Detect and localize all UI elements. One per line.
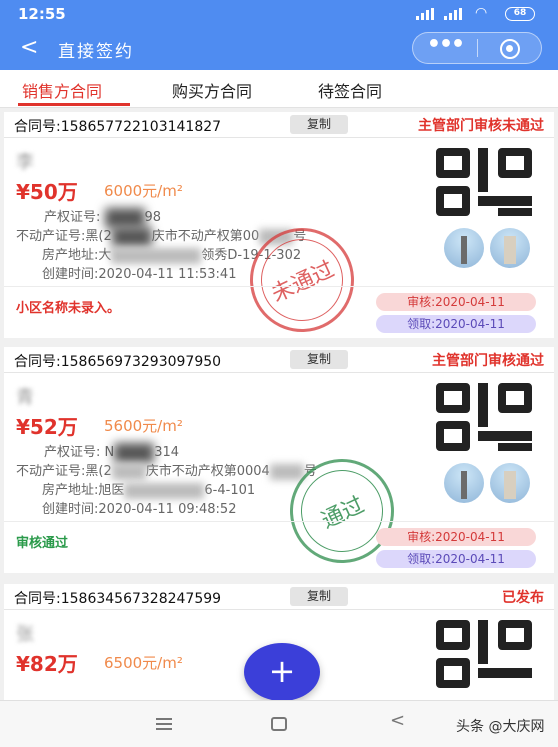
nav-bar: < 直接签约 ••• [0, 30, 558, 68]
address-value: 大 [98, 248, 112, 263]
contract-card[interactable]: 合同号:158657722103141827 复制 主管部门审核未通过 李 ¥5… [4, 112, 554, 350]
created-label: 创建时间: [42, 502, 99, 517]
menu-icon[interactable] [156, 718, 172, 730]
total-price: ¥52万 [16, 415, 78, 439]
cert-tail: 314 [154, 445, 180, 460]
address-row: 房产地址:旭医 6-4-101 [42, 479, 255, 499]
signal-icon [444, 8, 466, 20]
cert-label: 产权证号: [44, 210, 101, 225]
card-note: 审核通过 [16, 536, 69, 551]
status-bar: 12:55 ◠ 68 [0, 0, 558, 28]
tab-pending-contract[interactable]: 待签合同 [318, 78, 382, 102]
unit-price: 5600元/m² [104, 417, 183, 435]
qr-code-icon[interactable] [432, 146, 536, 218]
realty-label: 不动产证号: [16, 464, 86, 479]
card-footer: 小区名称未录入。 审核:2020-04-11 领取:2020-04-11 [4, 286, 554, 338]
qr-code-icon[interactable] [432, 618, 536, 690]
tab-active-underline [18, 103, 130, 106]
created-value: 2020-04-11 09:48:52 [98, 502, 237, 517]
add-button[interactable]: + [244, 643, 320, 701]
status-time: 12:55 [18, 5, 66, 23]
eiffel-tower-photo[interactable] [444, 463, 484, 503]
contract-number: 合同号:158656973293097950 [14, 354, 222, 370]
realty-value: 黑(2 [85, 464, 112, 479]
watermark: 头条 @大庆网 [456, 719, 545, 735]
card-header: 合同号:158634567328247599 复制 已发布 [4, 584, 554, 610]
claim-date-badge: 领取:2020-04-11 [376, 550, 536, 568]
card-footer: 审核通过 审核:2020-04-11 领取:2020-04-11 [4, 521, 554, 573]
tab-seller-contract[interactable]: 销售方合同 [22, 78, 102, 102]
capsule-divider [477, 39, 478, 57]
address-label: 房产地址: [42, 248, 99, 263]
realty-value: 黑(2 [85, 229, 112, 244]
back-triangle-icon[interactable]: < [390, 710, 405, 731]
card-header: 合同号:158656973293097950 复制 主管部门审核通过 [4, 347, 554, 373]
copy-button[interactable]: 复制 [290, 350, 348, 369]
status-text: 已发布 [502, 590, 544, 606]
copy-button[interactable]: 复制 [290, 115, 348, 134]
redaction [111, 463, 146, 480]
created-row: 创建时间:2020-04-11 09:48:52 [42, 498, 236, 517]
review-date-badge: 审核:2020-04-11 [376, 293, 536, 311]
realty-mid: 庆市不动产权第00 [151, 229, 260, 244]
home-square-icon[interactable] [271, 717, 287, 731]
realty-row: 不动产证号:黑(2 庆市不动产权第0004 号 [16, 460, 317, 480]
back-icon[interactable]: < [20, 35, 38, 60]
redaction [269, 463, 304, 480]
realty-mid: 庆市不动产权第0004 [145, 464, 270, 479]
address-label: 房产地址: [42, 483, 99, 498]
owner-name: 青 [16, 387, 34, 408]
owner-name: 张 [16, 624, 34, 645]
created-row: 创建时间:2020-04-11 11:53:41 [42, 263, 236, 282]
total-price: ¥50万 [16, 180, 78, 204]
target-close-icon[interactable] [500, 39, 520, 59]
copy-button[interactable]: 复制 [290, 587, 348, 606]
card-note: 小区名称未录入。 [16, 301, 121, 316]
review-date-badge: 审核:2020-04-11 [376, 528, 536, 546]
redaction [111, 247, 202, 264]
eiffel-tower-photo[interactable] [444, 228, 484, 268]
mini-program-capsule: ••• [412, 32, 542, 64]
signal-icon [416, 8, 438, 20]
status-text: 主管部门审核未通过 [418, 118, 544, 134]
total-price: ¥82万 [16, 652, 78, 676]
created-value: 2020-04-11 11:53:41 [98, 267, 237, 282]
contract-tabs: 销售方合同 购买方合同 待签合同 [0, 70, 558, 108]
realty-label: 不动产证号: [16, 229, 86, 244]
tower-photo[interactable] [490, 228, 530, 268]
card-header: 合同号:158657722103141827 复制 主管部门审核未通过 [4, 112, 554, 138]
top-bar: 12:55 ◠ 68 < 直接签约 ••• [0, 0, 558, 70]
cert-value: N [104, 445, 115, 460]
claim-date-badge: 领取:2020-04-11 [376, 315, 536, 333]
battery-icon: 68 [505, 7, 535, 21]
address-tail: 6-4-101 [204, 483, 256, 498]
unit-price: 6000元/m² [104, 182, 183, 200]
cert-label: 产权证号: [44, 445, 101, 460]
wifi-icon: ◠ [475, 5, 488, 21]
more-dots-icon[interactable]: ••• [413, 33, 477, 63]
unit-price: 6500元/m² [104, 654, 183, 672]
created-label: 创建时间: [42, 267, 99, 282]
contract-number: 合同号:158634567328247599 [14, 591, 222, 607]
page-title: 直接签约 [58, 42, 134, 62]
contract-number: 合同号:158657722103141827 [14, 119, 222, 135]
qr-code-icon[interactable] [432, 381, 536, 453]
address-value: 旭医 [98, 483, 125, 498]
status-text: 主管部门审核通过 [432, 353, 544, 369]
owner-name: 李 [16, 152, 34, 173]
tower-photo[interactable] [490, 463, 530, 503]
tab-buyer-contract[interactable]: 购买方合同 [172, 78, 252, 102]
cert-tail: 98 [144, 210, 162, 225]
redaction [124, 482, 205, 499]
contract-card[interactable]: 合同号:158656973293097950 复制 主管部门审核通过 青 ¥52… [4, 347, 554, 581]
